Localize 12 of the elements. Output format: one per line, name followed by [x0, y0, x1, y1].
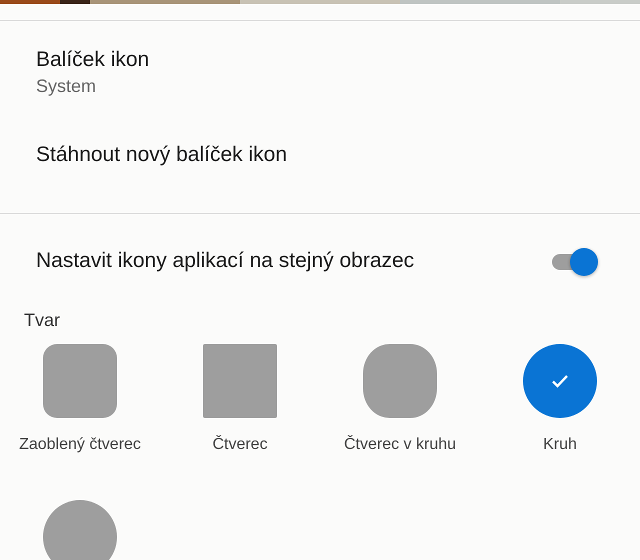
shape-label: Zaoblený čtverec — [19, 436, 141, 454]
setting-title: Balíček ikon — [36, 48, 150, 72]
shape-option[interactable] — [363, 344, 437, 418]
shape-label: Kruh — [543, 436, 577, 454]
section-title: Tvar — [23, 310, 61, 332]
shape-option[interactable] — [43, 344, 117, 418]
setting-value: System — [36, 76, 96, 96]
shape-label: Čtverec v kruhu — [344, 436, 456, 454]
setting-label: Nastavit ikony aplikací na stejný obrazec — [36, 249, 414, 273]
shape-label: Čtverec — [212, 436, 268, 454]
shape-option[interactable] — [43, 500, 117, 560]
download-link[interactable]: Stáhnout nový balíček ikon — [36, 143, 287, 167]
